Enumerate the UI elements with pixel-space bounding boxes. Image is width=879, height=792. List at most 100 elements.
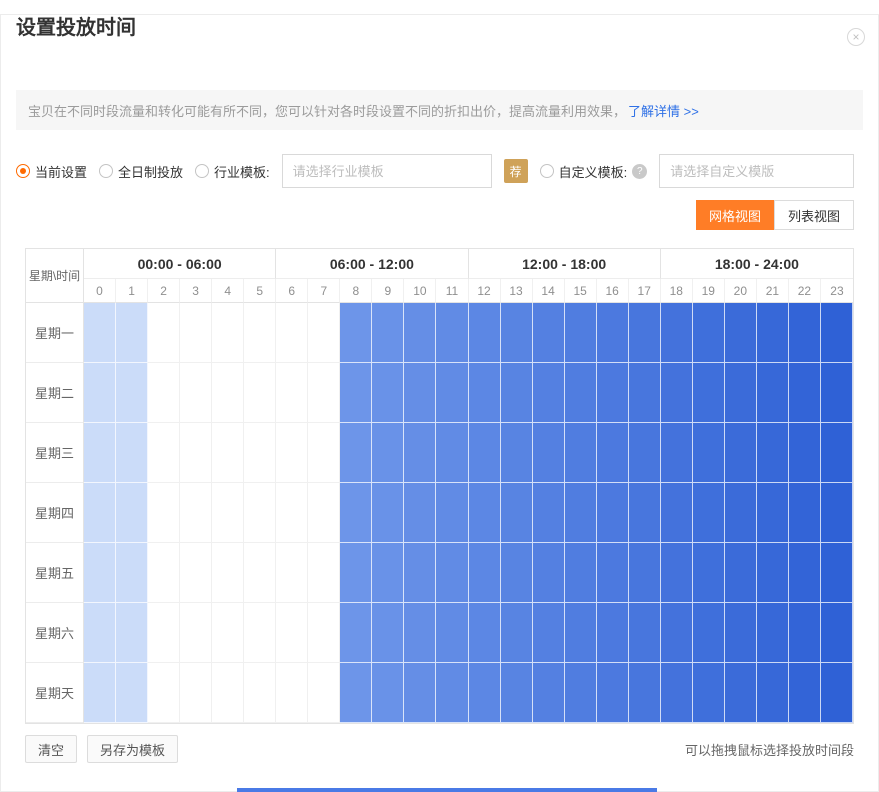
grid-cell-5-15[interactable] xyxy=(565,603,597,663)
grid-cell-6-20[interactable] xyxy=(725,663,757,723)
grid-cell-2-4[interactable] xyxy=(212,423,244,483)
grid-cell-4-20[interactable] xyxy=(725,543,757,603)
grid-cell-5-14[interactable] xyxy=(533,603,565,663)
grid-cell-0-22[interactable] xyxy=(789,303,821,363)
grid-cell-2-8[interactable] xyxy=(340,423,372,483)
grid-cell-0-2[interactable] xyxy=(148,303,180,363)
grid-cell-6-15[interactable] xyxy=(565,663,597,723)
grid-cell-4-12[interactable] xyxy=(469,543,501,603)
clear-button[interactable]: 清空 xyxy=(25,735,77,763)
radio-unselected-icon[interactable] xyxy=(540,164,554,178)
grid-cell-6-4[interactable] xyxy=(212,663,244,723)
grid-cell-2-7[interactable] xyxy=(308,423,340,483)
grid-cell-2-19[interactable] xyxy=(693,423,725,483)
grid-cell-1-4[interactable] xyxy=(212,363,244,423)
grid-cell-5-4[interactable] xyxy=(212,603,244,663)
grid-cell-4-15[interactable] xyxy=(565,543,597,603)
grid-cell-0-6[interactable] xyxy=(276,303,308,363)
learn-more-link[interactable]: 了解详情 >> xyxy=(628,101,699,120)
grid-cell-1-6[interactable] xyxy=(276,363,308,423)
grid-cell-2-10[interactable] xyxy=(404,423,436,483)
grid-cell-5-11[interactable] xyxy=(436,603,468,663)
grid-cell-1-18[interactable] xyxy=(661,363,693,423)
grid-cell-6-19[interactable] xyxy=(693,663,725,723)
grid-cell-4-23[interactable] xyxy=(821,543,853,603)
grid-cell-4-4[interactable] xyxy=(212,543,244,603)
grid-cell-2-11[interactable] xyxy=(436,423,468,483)
grid-cell-5-23[interactable] xyxy=(821,603,853,663)
radio-selected-icon[interactable] xyxy=(16,164,30,178)
grid-cell-0-19[interactable] xyxy=(693,303,725,363)
grid-cell-1-9[interactable] xyxy=(372,363,404,423)
grid-cell-1-2[interactable] xyxy=(148,363,180,423)
grid-cell-5-8[interactable] xyxy=(340,603,372,663)
grid-cell-3-19[interactable] xyxy=(693,483,725,543)
grid-cell-0-8[interactable] xyxy=(340,303,372,363)
grid-cell-0-15[interactable] xyxy=(565,303,597,363)
grid-cell-6-14[interactable] xyxy=(533,663,565,723)
grid-cell-2-22[interactable] xyxy=(789,423,821,483)
grid-cell-1-19[interactable] xyxy=(693,363,725,423)
grid-cell-6-5[interactable] xyxy=(244,663,276,723)
grid-cell-1-10[interactable] xyxy=(404,363,436,423)
grid-cell-0-16[interactable] xyxy=(597,303,629,363)
grid-cell-5-9[interactable] xyxy=(372,603,404,663)
grid-cell-3-10[interactable] xyxy=(404,483,436,543)
grid-cell-4-8[interactable] xyxy=(340,543,372,603)
grid-cell-1-8[interactable] xyxy=(340,363,372,423)
grid-cell-2-14[interactable] xyxy=(533,423,565,483)
grid-cell-6-22[interactable] xyxy=(789,663,821,723)
option-custom[interactable]: 自定义模板: ? xyxy=(540,162,648,181)
grid-cell-6-21[interactable] xyxy=(757,663,789,723)
grid-cell-0-17[interactable] xyxy=(629,303,661,363)
grid-cell-6-6[interactable] xyxy=(276,663,308,723)
grid-cell-5-20[interactable] xyxy=(725,603,757,663)
grid-cell-5-16[interactable] xyxy=(597,603,629,663)
grid-cell-2-20[interactable] xyxy=(725,423,757,483)
grid-cell-3-14[interactable] xyxy=(533,483,565,543)
grid-cell-4-6[interactable] xyxy=(276,543,308,603)
grid-cell-1-22[interactable] xyxy=(789,363,821,423)
list-view-button[interactable]: 列表视图 xyxy=(774,200,854,230)
custom-template-input[interactable] xyxy=(659,154,854,188)
grid-cell-2-13[interactable] xyxy=(501,423,533,483)
grid-cell-4-9[interactable] xyxy=(372,543,404,603)
grid-cell-6-17[interactable] xyxy=(629,663,661,723)
grid-cell-0-3[interactable] xyxy=(180,303,212,363)
grid-cell-6-0[interactable] xyxy=(84,663,116,723)
grid-cell-6-3[interactable] xyxy=(180,663,212,723)
radio-unselected-icon[interactable] xyxy=(99,164,113,178)
grid-cell-5-12[interactable] xyxy=(469,603,501,663)
grid-cell-5-2[interactable] xyxy=(148,603,180,663)
grid-cell-0-7[interactable] xyxy=(308,303,340,363)
grid-cell-2-6[interactable] xyxy=(276,423,308,483)
grid-cell-5-21[interactable] xyxy=(757,603,789,663)
option-industry[interactable]: 行业模板: xyxy=(195,162,270,181)
grid-cell-2-23[interactable] xyxy=(821,423,853,483)
grid-cell-0-13[interactable] xyxy=(501,303,533,363)
grid-cell-1-21[interactable] xyxy=(757,363,789,423)
option-fullday[interactable]: 全日制投放 xyxy=(99,162,183,181)
grid-cell-4-3[interactable] xyxy=(180,543,212,603)
grid-cell-0-18[interactable] xyxy=(661,303,693,363)
grid-cell-4-10[interactable] xyxy=(404,543,436,603)
grid-cell-1-0[interactable] xyxy=(84,363,116,423)
grid-cell-5-0[interactable] xyxy=(84,603,116,663)
grid-view-button[interactable]: 网格视图 xyxy=(696,200,774,230)
grid-cell-2-2[interactable] xyxy=(148,423,180,483)
grid-cell-0-10[interactable] xyxy=(404,303,436,363)
grid-cell-4-22[interactable] xyxy=(789,543,821,603)
grid-cell-2-5[interactable] xyxy=(244,423,276,483)
grid-cell-3-4[interactable] xyxy=(212,483,244,543)
grid-cell-5-22[interactable] xyxy=(789,603,821,663)
grid-cell-2-21[interactable] xyxy=(757,423,789,483)
grid-cell-4-2[interactable] xyxy=(148,543,180,603)
grid-cell-4-1[interactable] xyxy=(116,543,148,603)
grid-cell-6-8[interactable] xyxy=(340,663,372,723)
grid-cell-5-7[interactable] xyxy=(308,603,340,663)
grid-cell-3-18[interactable] xyxy=(661,483,693,543)
grid-cell-4-17[interactable] xyxy=(629,543,661,603)
grid-cell-2-17[interactable] xyxy=(629,423,661,483)
grid-cell-0-23[interactable] xyxy=(821,303,853,363)
grid-cell-3-5[interactable] xyxy=(244,483,276,543)
